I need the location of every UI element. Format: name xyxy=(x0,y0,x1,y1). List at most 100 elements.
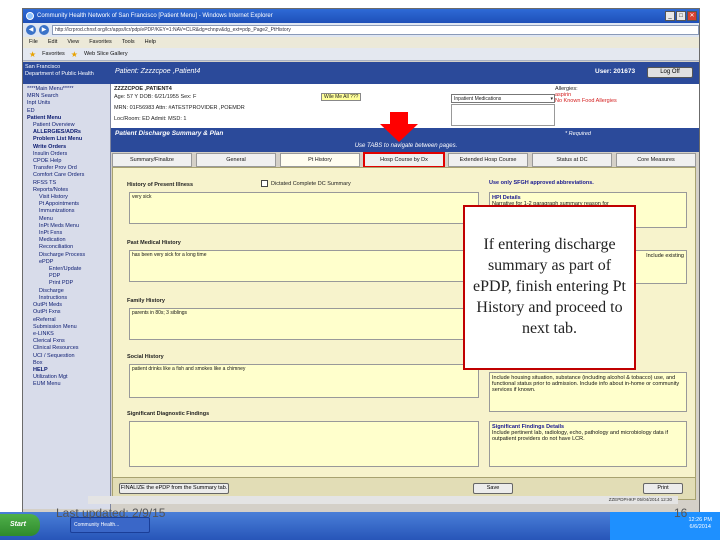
patient-label: Patient: Zzzzcpoe ,Patient4 xyxy=(115,68,201,75)
left-menu-item[interactable]: Discharge Process xyxy=(27,252,110,259)
left-menu-item[interactable]: MRN Search xyxy=(27,93,110,100)
left-menu-item[interactable]: Visit History xyxy=(27,194,110,201)
left-menu-item[interactable]: eReferral xyxy=(27,317,110,324)
diagnostic-findings-help-text: Include pertinent lab, radiology, echo, … xyxy=(492,430,669,442)
left-menu-item[interactable]: Print PDP xyxy=(27,280,110,287)
pmh-label: Past Medical History xyxy=(127,240,181,246)
menu-view[interactable]: View xyxy=(67,37,79,48)
finalize-note-button[interactable]: FINALIZE the ePDP from the Summary tab. xyxy=(119,483,229,494)
org-name: San Francisco Department of Public Healt… xyxy=(25,64,111,78)
window-titlebar: Community Health Network of San Francisc… xyxy=(23,9,699,23)
forward-icon[interactable]: ▶ xyxy=(39,25,49,35)
tab-pt-history[interactable]: Pt History xyxy=(280,153,360,167)
left-menu-item[interactable]: ePDP xyxy=(27,259,110,266)
social-history-help: Include housing situation, substance (in… xyxy=(489,372,687,412)
slide-number: 16 xyxy=(674,506,688,520)
menu-edit[interactable]: Edit xyxy=(48,37,57,48)
patient-loc-row: Loc/Room: ED Admit: MSD: 1 xyxy=(114,116,187,122)
left-menu-item[interactable]: e-LINKS xyxy=(27,331,110,338)
family-history-textarea[interactable]: parents in 80s; 3 siblings xyxy=(129,308,479,340)
tab-summary-finalize[interactable]: Summary/Finalize xyxy=(112,153,192,167)
patient-mrn-row: MRN: 01F56983 Attn: #ATESTPROVIDER ,POEM… xyxy=(114,105,245,111)
patient-age-row: Age: 57 Y DOB: 6/21/1955 Sex: F xyxy=(114,94,197,100)
left-menu-item[interactable]: Pt Appointments xyxy=(27,201,110,208)
left-menu-item[interactable]: ALLERGIES/ADRs xyxy=(27,129,110,136)
print-button[interactable]: Print xyxy=(643,483,683,494)
menu-favorites[interactable]: Favorites xyxy=(89,37,112,48)
left-menu-item[interactable]: InPt Meds Menu xyxy=(27,223,110,230)
close-button[interactable]: ✕ xyxy=(687,11,697,21)
left-nav-menu: ****Main Menu***** MRN Search Inpt Units ED… xyxy=(23,84,111,509)
left-menu-item[interactable]: OutPt Meds xyxy=(27,302,110,309)
left-menu-item[interactable]: ****Main Menu***** xyxy=(27,86,110,93)
left-menu-item[interactable]: Problem List Menu xyxy=(27,136,110,143)
org-line-1: San Francisco xyxy=(25,64,61,70)
left-menu-item[interactable]: Clinical Resources xyxy=(27,345,110,352)
tab-bar: Summary/Finalize General Pt History Hosp… xyxy=(112,152,696,168)
left-menu-item[interactable]: Comfort Care Orders xyxy=(27,172,110,179)
left-menu-item[interactable]: Utilization Mgt xyxy=(27,374,110,381)
left-menu-item[interactable]: Enter/Update xyxy=(27,266,110,273)
tab-extended-hosp-course[interactable]: Extended Hosp Course xyxy=(448,153,528,167)
left-menu-item[interactable]: RFSS TS xyxy=(27,180,110,187)
status-chip[interactable]: Wile Me All ??? xyxy=(321,93,362,101)
back-icon[interactable]: ◀ xyxy=(26,25,36,35)
left-menu-item[interactable]: Instructions xyxy=(27,295,110,302)
log-off-button[interactable]: Log Off xyxy=(647,67,693,78)
allergies-panel: Allergies: aspirin No Known Food Allergi… xyxy=(555,86,617,104)
left-menu-item[interactable]: Box xyxy=(27,360,110,367)
favorites-bar: ★ Favorites ★ Web Slice Gallery xyxy=(23,48,699,61)
left-menu-item[interactable]: Patient Overview xyxy=(27,122,110,129)
system-tray: 12:26 PM 6/6/2014 xyxy=(610,512,720,540)
medications-select[interactable]: Inpatient Medications xyxy=(451,94,555,103)
url-input[interactable]: http://lcrprod.chnsf.org/lcr/apps/lcr/pd… xyxy=(52,25,699,35)
web-slice-gallery-link[interactable]: Web Slice Gallery xyxy=(84,51,128,57)
medications-list xyxy=(451,104,555,126)
tab-core-measures[interactable]: Core Measures xyxy=(616,153,696,167)
hpi-textarea[interactable]: very sick xyxy=(129,192,479,224)
menu-file[interactable]: File xyxy=(29,37,38,48)
diagnostic-findings-label: Significant Diagnostic Findings xyxy=(127,411,210,417)
diagnostic-findings-textarea[interactable] xyxy=(129,421,479,467)
left-menu-item[interactable]: Menu xyxy=(27,216,110,223)
maximize-button[interactable]: □ xyxy=(676,11,686,21)
left-menu-item[interactable]: Immunizations xyxy=(27,208,110,215)
left-menu-item[interactable]: Transfer Prov Ord xyxy=(27,165,110,172)
add-favorite-icon[interactable]: ★ xyxy=(71,50,78,59)
left-menu-item[interactable]: Inpt Units xyxy=(27,100,110,107)
social-history-textarea[interactable]: patient drinks like a fish and smokes li… xyxy=(129,364,479,398)
left-menu-item[interactable]: Patient Menu xyxy=(27,115,110,122)
left-menu-item[interactable]: InPt Fxns xyxy=(27,230,110,237)
left-menu-item[interactable]: UCI / Sequestion xyxy=(27,353,110,360)
dictated-checkbox[interactable] xyxy=(261,180,268,187)
left-menu-item[interactable]: OutPt Fxns xyxy=(27,309,110,316)
save-button[interactable]: Save xyxy=(473,483,513,494)
left-menu-item[interactable]: CPOE Help xyxy=(27,158,110,165)
favorites-button[interactable]: Favorites xyxy=(42,51,65,57)
left-menu-item[interactable]: EUM Menu xyxy=(27,381,110,388)
tab-status-at-dc[interactable]: Status at DC xyxy=(532,153,612,167)
patient-name: ZZZZCPOE ,PATIENT4 xyxy=(114,86,172,92)
left-menu-item[interactable]: Discharge xyxy=(27,288,110,295)
minimize-button[interactable]: _ xyxy=(665,11,675,21)
clock-date: 6/6/2014 xyxy=(689,524,711,530)
menu-help[interactable]: Help xyxy=(145,37,156,48)
start-button[interactable]: Start xyxy=(0,514,40,536)
left-menu-item[interactable]: Insulin Orders xyxy=(27,151,110,158)
left-menu-item[interactable]: Submission Menu xyxy=(27,324,110,331)
red-arrow-down-icon xyxy=(380,124,418,142)
tab-general[interactable]: General xyxy=(196,153,276,167)
left-menu-item[interactable]: Write Orders xyxy=(27,144,110,151)
left-menu-item[interactable]: Reports/Notes xyxy=(27,187,110,194)
status-bar: ZZEPDPHKP 05/04/2014 12:30 xyxy=(88,496,678,504)
left-menu-item[interactable]: Reconciliation xyxy=(27,244,110,251)
left-menu-item[interactable]: Medication xyxy=(27,237,110,244)
tab-hosp-course-by-dx[interactable]: Hosp Course by Dx xyxy=(363,152,445,168)
menu-tools[interactable]: Tools xyxy=(122,37,135,48)
left-menu-item[interactable]: HELP xyxy=(27,367,110,374)
left-menu-item[interactable]: Clerical Fxns xyxy=(27,338,110,345)
left-menu-item[interactable]: ED xyxy=(27,108,110,115)
address-bar: ◀ ▶ http://lcrprod.chnsf.org/lcr/apps/lc… xyxy=(23,23,699,37)
pmh-textarea[interactable]: has been very sick for a long time xyxy=(129,250,479,282)
left-menu-item[interactable]: PDP xyxy=(27,273,110,280)
